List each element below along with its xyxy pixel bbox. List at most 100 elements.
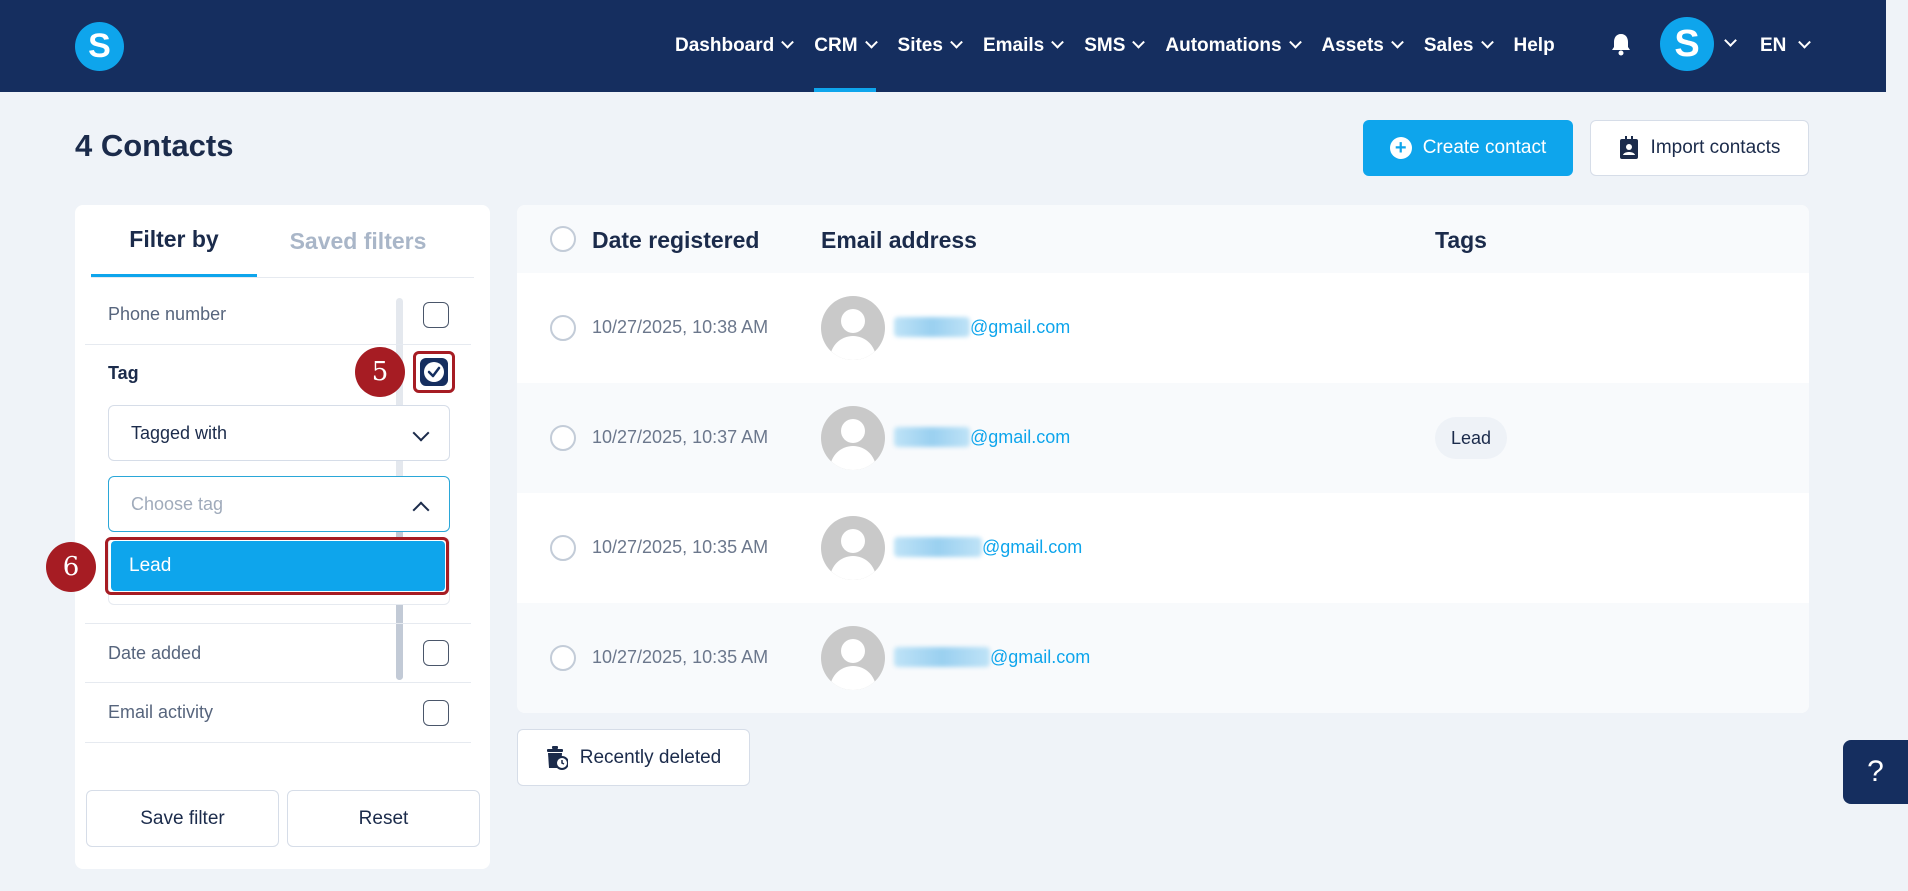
nav-item-crm[interactable]: CRM bbox=[814, 0, 878, 92]
avatar bbox=[821, 516, 885, 580]
create-contact-label: Create contact bbox=[1422, 137, 1547, 158]
nav-item-help[interactable]: Help bbox=[1514, 0, 1555, 92]
import-contacts-label: Import contacts bbox=[1650, 137, 1781, 158]
recently-deleted-button[interactable]: Recently deleted bbox=[517, 729, 750, 786]
step-marker-6: 6 bbox=[46, 542, 96, 592]
date-registered: 10/27/2025, 10:35 AM bbox=[592, 537, 769, 557]
nav-item-emails[interactable]: Emails bbox=[982, 0, 1065, 92]
nav-label: Assets bbox=[1321, 35, 1384, 56]
language-label: EN bbox=[1760, 35, 1787, 56]
email-link[interactable]: @gmail.com bbox=[894, 317, 1070, 338]
nav-item-automations[interactable]: Automations bbox=[1165, 0, 1302, 92]
table-header: Date registered Email address Tags bbox=[517, 205, 1809, 273]
avatar bbox=[821, 406, 885, 470]
tag-badge: Lead bbox=[1435, 417, 1508, 459]
nav-item-assets[interactable]: Assets bbox=[1321, 0, 1404, 92]
filter-row-phone: Phone number bbox=[85, 285, 471, 345]
chevron-down-icon bbox=[1288, 35, 1302, 49]
recently-deleted-label: Recently deleted bbox=[579, 746, 722, 768]
nav-label: Sites bbox=[897, 35, 943, 56]
nav-label: Sales bbox=[1423, 35, 1474, 56]
help-button[interactable]: ? bbox=[1843, 740, 1908, 804]
chevron-up-icon bbox=[412, 501, 430, 519]
chevron-down-icon bbox=[781, 35, 795, 49]
chevron-down-icon bbox=[864, 35, 878, 49]
page-title: 4 Contacts bbox=[75, 128, 234, 163]
email-link[interactable]: @gmail.com bbox=[894, 537, 1082, 558]
tabs-divider bbox=[91, 277, 474, 278]
row-select-radio[interactable] bbox=[550, 315, 576, 341]
date-registered: 10/27/2025, 10:35 AM bbox=[592, 647, 769, 667]
contacts-table: Date registered Email address Tags 10/27… bbox=[517, 205, 1809, 713]
avatar bbox=[821, 296, 885, 360]
app-logo[interactable]: S bbox=[75, 22, 124, 71]
chevron-down-icon bbox=[1390, 35, 1404, 49]
redacted-text bbox=[894, 537, 982, 557]
row-select-radio[interactable] bbox=[550, 535, 576, 561]
nav-item-dashboard[interactable]: Dashboard bbox=[675, 0, 795, 92]
highlight-ring bbox=[413, 351, 455, 393]
date-added-checkbox[interactable] bbox=[423, 640, 449, 666]
row-select-radio[interactable] bbox=[550, 645, 576, 671]
chevron-down-icon bbox=[1798, 35, 1812, 49]
date-registered: 10/27/2025, 10:37 AM bbox=[592, 427, 769, 447]
save-filter-button[interactable]: Save filter bbox=[86, 790, 279, 847]
chevron-down-icon bbox=[1480, 35, 1494, 49]
contact-card-icon bbox=[1619, 136, 1638, 159]
email-link[interactable]: @gmail.com bbox=[894, 427, 1070, 448]
plus-circle-icon: + bbox=[1389, 137, 1412, 159]
chevron-down-icon[interactable] bbox=[1724, 34, 1737, 47]
tab-saved-filters[interactable]: Saved filters bbox=[275, 205, 441, 277]
filter-label-tag: Tag bbox=[108, 363, 139, 383]
language-selector[interactable]: EN bbox=[1760, 0, 1812, 92]
user-avatar[interactable]: S bbox=[1660, 17, 1714, 71]
email-domain: @gmail.com bbox=[982, 537, 1083, 557]
tab-filter-by[interactable]: Filter by bbox=[91, 205, 257, 277]
table-row[interactable]: 10/27/2025, 10:37 AM @gmail.com Lead bbox=[517, 383, 1809, 493]
nav-label: Automations bbox=[1165, 35, 1282, 56]
filter-label: Phone number bbox=[108, 304, 227, 324]
bell-icon[interactable] bbox=[1610, 32, 1632, 56]
nav-item-sms[interactable]: SMS bbox=[1084, 0, 1146, 92]
nav-label: Emails bbox=[982, 35, 1045, 56]
email-link[interactable]: @gmail.com bbox=[894, 647, 1090, 668]
select-value: Tagged with bbox=[131, 422, 228, 443]
chevron-down-icon bbox=[1132, 35, 1146, 49]
nav-item-sales[interactable]: Sales bbox=[1423, 0, 1494, 92]
row-select-radio[interactable] bbox=[550, 425, 576, 451]
filter-row-date-added: Date added bbox=[85, 623, 471, 683]
import-contacts-button[interactable]: Import contacts bbox=[1590, 120, 1809, 176]
email-activity-checkbox[interactable] bbox=[423, 700, 449, 726]
email-domain: @gmail.com bbox=[970, 427, 1071, 447]
column-header-date[interactable]: Date registered bbox=[592, 227, 759, 254]
email-domain: @gmail.com bbox=[970, 317, 1071, 337]
email-domain: @gmail.com bbox=[990, 647, 1091, 667]
date-registered: 10/27/2025, 10:38 AM bbox=[592, 317, 769, 337]
nav-item-sites[interactable]: Sites bbox=[897, 0, 963, 92]
top-nav: S Dashboard CRM Sites Emails SMS Automat… bbox=[0, 0, 1886, 92]
chevron-down-icon bbox=[1051, 35, 1065, 49]
filter-row-email-activity: Email activity bbox=[85, 683, 471, 743]
filter-label: Date added bbox=[108, 642, 202, 663]
nav-menu: Dashboard CRM Sites Emails SMS Automatio… bbox=[675, 0, 1577, 92]
nav-label: Dashboard bbox=[675, 35, 775, 56]
step-marker-5: 5 bbox=[355, 347, 405, 397]
highlight-ring bbox=[105, 537, 449, 595]
chevron-down-icon bbox=[412, 424, 430, 442]
table-row[interactable]: 10/27/2025, 10:38 AM @gmail.com bbox=[517, 273, 1809, 383]
filter-label: Email activity bbox=[108, 702, 214, 722]
column-header-tags[interactable]: Tags bbox=[1435, 227, 1487, 254]
tag-condition-select[interactable]: Tagged with bbox=[108, 405, 450, 461]
table-row[interactable]: 10/27/2025, 10:35 AM @gmail.com bbox=[517, 493, 1809, 603]
redacted-text bbox=[894, 427, 970, 447]
column-header-email[interactable]: Email address bbox=[821, 227, 977, 254]
avatar bbox=[821, 626, 885, 690]
phone-number-checkbox[interactable] bbox=[423, 302, 449, 328]
redacted-text bbox=[894, 317, 970, 337]
choose-tag-select[interactable]: Choose tag bbox=[108, 476, 450, 532]
table-row[interactable]: 10/27/2025, 10:35 AM @gmail.com bbox=[517, 603, 1809, 713]
nav-label: CRM bbox=[814, 35, 858, 56]
create-contact-button[interactable]: + Create contact bbox=[1363, 120, 1573, 176]
select-all-radio[interactable] bbox=[550, 226, 576, 252]
reset-button[interactable]: Reset bbox=[287, 790, 480, 847]
